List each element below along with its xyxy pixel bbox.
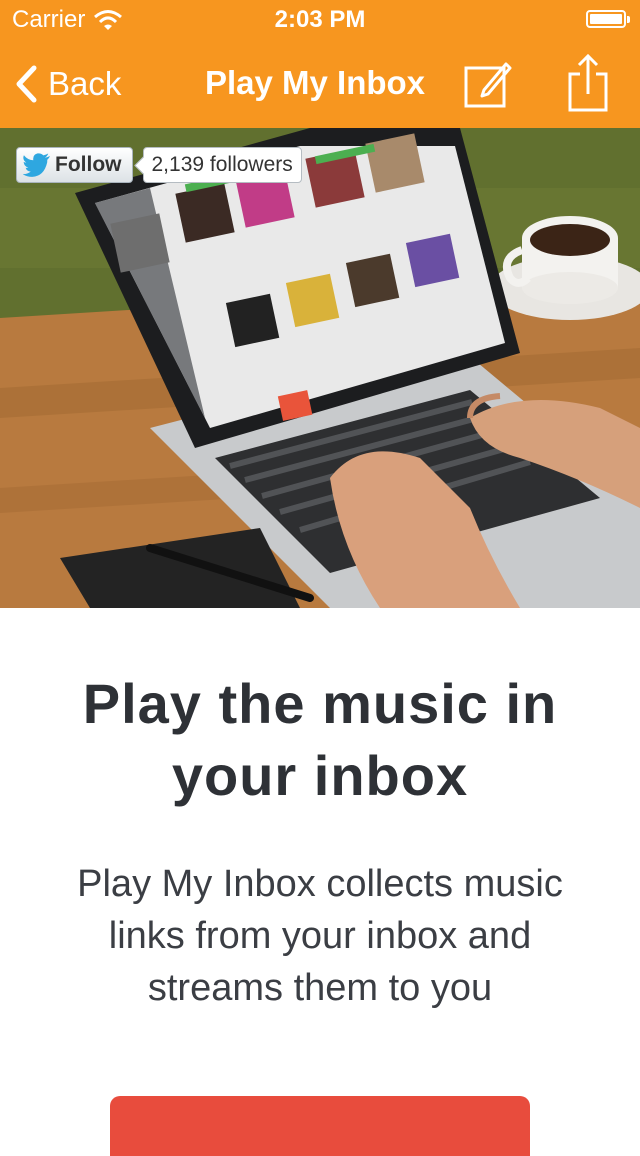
description: Play My Inbox collects music links from …: [40, 858, 600, 1014]
description-line-3: streams them to you: [147, 967, 493, 1009]
twitter-follow-widget: Follow 2,139 followers: [16, 146, 302, 184]
headline: Play the music in your inbox: [0, 668, 640, 812]
twitter-bird-icon: [23, 153, 50, 177]
compose-button[interactable]: [460, 56, 516, 112]
compose-icon: [464, 62, 512, 108]
cta-button[interactable]: [110, 1096, 530, 1156]
twitter-follow-button[interactable]: Follow: [16, 147, 133, 183]
headline-line-1: Play the music in: [82, 672, 558, 735]
share-icon: [568, 53, 608, 112]
description-line-2: links from your inbox and: [108, 915, 532, 957]
description-line-1: Play My Inbox collects music: [77, 863, 563, 905]
hero-image: Follow 2,139 followers: [0, 128, 640, 608]
status-time: 2:03 PM: [274, 6, 366, 33]
battery-icon: [586, 10, 630, 28]
header: Carrier 2:03 PM Back Play My Inbox: [0, 0, 640, 128]
follow-label: Follow: [55, 153, 122, 176]
headline-line-2: your inbox: [171, 744, 469, 807]
page-title: Play My Inbox: [204, 64, 426, 101]
navigation-bar: Back Play My Inbox: [0, 40, 640, 128]
share-button[interactable]: [562, 52, 614, 116]
followers-count: 2,139 followers: [142, 147, 302, 183]
laptop-photo: [0, 128, 640, 608]
status-bar: Carrier 2:03 PM: [0, 0, 640, 40]
